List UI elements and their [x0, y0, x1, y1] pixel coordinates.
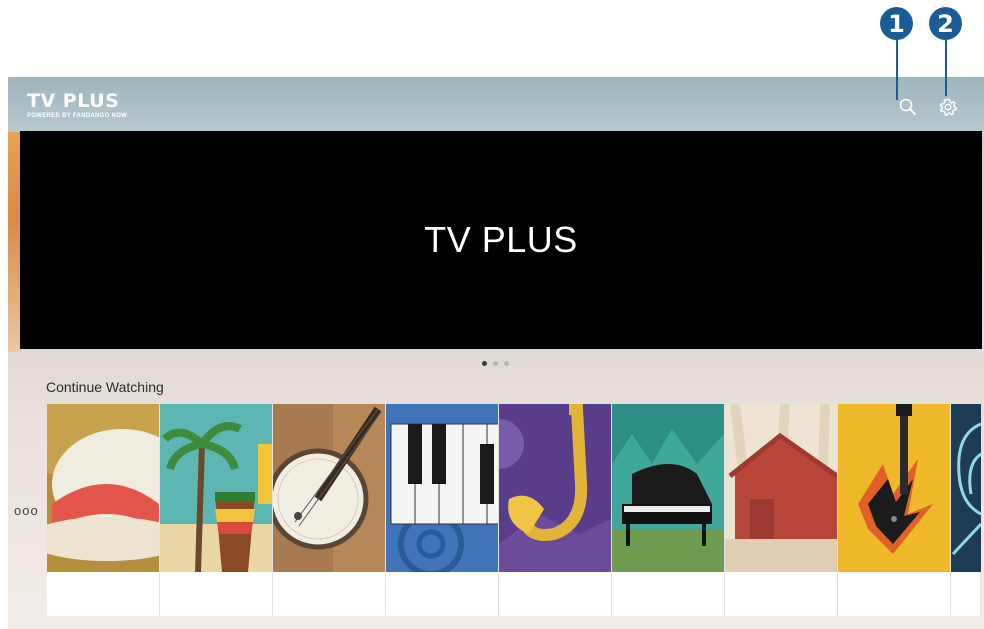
content-card[interactable]: [47, 404, 160, 616]
content-card[interactable]: [386, 404, 499, 616]
electric-guitar-thumbnail: [838, 404, 950, 572]
gear-icon[interactable]: [938, 97, 958, 117]
callout-1-line: [896, 40, 898, 100]
more-options-icon[interactable]: ooo: [14, 503, 39, 518]
banjo-thumbnail: [273, 404, 385, 572]
section-title: Continue Watching: [46, 379, 164, 395]
logo-title: TV PLUS: [27, 90, 120, 112]
carousel-pagination: [482, 361, 509, 366]
barn-thumbnail: [725, 404, 837, 572]
logo-subtitle: POWERED BY FANDANGO NOW: [27, 113, 128, 119]
content-card[interactable]: [725, 404, 838, 616]
hero-banner[interactable]: TV PLUS: [20, 131, 982, 349]
callout-1: 1: [880, 7, 913, 40]
content-card[interactable]: [951, 404, 981, 616]
palm-drum-thumbnail: [160, 404, 272, 572]
saxophone-thumbnail: [499, 404, 611, 572]
content-card[interactable]: [612, 404, 725, 616]
callout-2: 2: [929, 7, 962, 40]
straw-hat-thumbnail: [47, 404, 159, 572]
content-card[interactable]: [838, 404, 951, 616]
continue-watching-row: [47, 404, 981, 616]
content-card[interactable]: [160, 404, 273, 616]
content-card[interactable]: [273, 404, 386, 616]
pagination-dot-1[interactable]: [482, 361, 487, 366]
callout-2-line: [945, 40, 947, 96]
search-icon[interactable]: [898, 97, 918, 117]
grand-piano-thumbnail: [612, 404, 724, 572]
piano-keys-thumbnail: [386, 404, 498, 572]
pagination-dot-2[interactable]: [493, 361, 498, 366]
hero-title: TV PLUS: [424, 219, 578, 260]
neon-figure-thumbnail: [951, 404, 981, 572]
app-logo: TV PLUS POWERED BY FANDANGO NOW: [27, 90, 127, 119]
content-card[interactable]: [499, 404, 612, 616]
pagination-dot-3[interactable]: [504, 361, 509, 366]
